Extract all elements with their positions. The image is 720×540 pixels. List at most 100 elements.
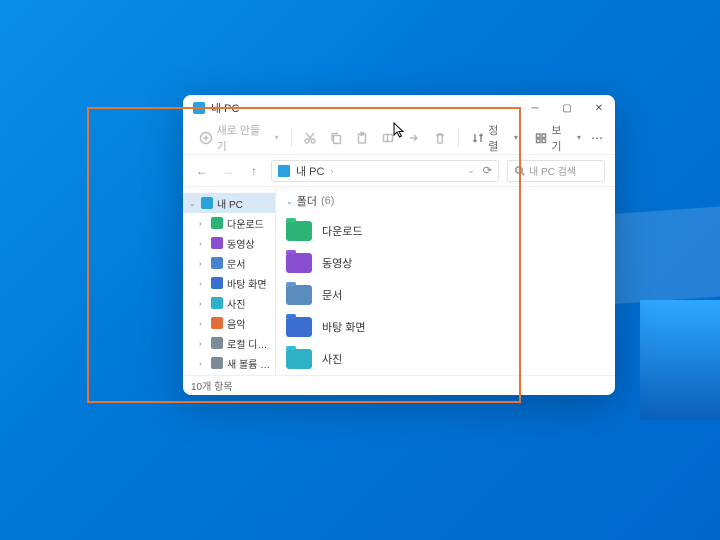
status-bar: 10개 항목: [183, 375, 615, 395]
folder-item-desktop[interactable]: 바탕 화면: [286, 311, 605, 343]
view-button[interactable]: 보기 ▾: [528, 118, 587, 158]
chevron-right-icon[interactable]: ›: [330, 166, 333, 176]
folder-item-documents[interactable]: 문서: [286, 279, 605, 311]
expand-icon[interactable]: ›: [199, 339, 207, 348]
sort-button[interactable]: 정렬 ▾: [465, 118, 524, 158]
sidebar-item-this-pc[interactable]: ⌄ 내 PC: [183, 193, 275, 213]
folder-item-pictures[interactable]: 사진: [286, 343, 605, 375]
address-row: ← → ↑ 내 PC › ⌄ ⟳ 내 PC 검색: [183, 155, 615, 187]
folder-item-downloads[interactable]: 다운로드: [286, 215, 605, 247]
new-button-label: 새로 만들기: [217, 122, 269, 154]
documents-folder-icon: [286, 285, 312, 305]
more-button[interactable]: ⋯: [589, 127, 605, 149]
sort-button-label: 정렬: [488, 122, 508, 154]
expand-icon[interactable]: ›: [199, 299, 207, 308]
toolbar-separator: [291, 129, 292, 147]
search-placeholder: 내 PC 검색: [529, 163, 576, 178]
main-content[interactable]: ⌄ 폴더 (6) 다운로드 동영상 문서 바탕 화면 사진: [276, 187, 615, 375]
this-pc-icon: [193, 102, 205, 114]
sort-icon: [471, 131, 485, 145]
mouse-cursor: [393, 122, 407, 145]
refresh-button[interactable]: ⟳: [483, 164, 492, 177]
up-button[interactable]: ↑: [245, 162, 263, 180]
sidebar-item-videos[interactable]: › 동영상: [183, 233, 275, 253]
cut-icon: [303, 131, 317, 145]
group-header-folders[interactable]: ⌄ 폴더 (6): [286, 193, 605, 209]
folder-item-label: 바탕 화면: [322, 319, 366, 335]
paste-icon: [355, 131, 369, 145]
sidebar-item-new-volume-extra[interactable]: › 새 볼륨 (F:): [183, 373, 275, 375]
trash-icon: [433, 131, 447, 145]
expand-icon[interactable]: ›: [199, 239, 207, 248]
folder-item-label: 다운로드: [322, 223, 362, 239]
drive-icon: [211, 357, 223, 369]
document-icon: [211, 257, 223, 269]
sidebar-item-label: 사진: [227, 296, 245, 311]
forward-button[interactable]: →: [219, 162, 237, 180]
close-button[interactable]: ✕: [583, 95, 615, 121]
sidebar-item-pictures[interactable]: › 사진: [183, 293, 275, 313]
downloads-folder-icon: [286, 221, 312, 241]
cut-button[interactable]: [298, 127, 322, 149]
view-icon: [534, 131, 548, 145]
address-bar[interactable]: 내 PC › ⌄ ⟳: [271, 160, 499, 182]
sidebar-item-new-volume-e[interactable]: › 새 볼륨 (E:): [183, 353, 275, 373]
chevron-down-icon: ▾: [275, 133, 279, 142]
chevron-down-icon: ▾: [577, 133, 581, 142]
sidebar-item-label: 문서: [227, 256, 245, 271]
sidebar-item-label: 다운로드: [227, 216, 264, 231]
expand-icon[interactable]: ›: [199, 279, 207, 288]
paste-button[interactable]: [350, 127, 374, 149]
video-icon: [211, 237, 223, 249]
sidebar-item-desktop[interactable]: › 바탕 화면: [183, 273, 275, 293]
folder-item-label: 동영상: [322, 255, 352, 271]
chevron-down-icon[interactable]: ⌄: [467, 165, 475, 176]
sidebar-item-label: 내 PC: [217, 196, 243, 211]
expand-icon[interactable]: ›: [199, 359, 207, 368]
expand-icon[interactable]: ›: [199, 219, 207, 228]
collapse-icon[interactable]: ⌄: [189, 199, 197, 208]
sidebar-item-music[interactable]: › 음악: [183, 313, 275, 333]
folder-item-label: 문서: [322, 287, 342, 303]
desktop-folder-icon: [286, 317, 312, 337]
expand-icon[interactable]: ›: [199, 259, 207, 268]
sidebar-item-downloads[interactable]: › 다운로드: [183, 213, 275, 233]
download-icon: [211, 217, 223, 229]
new-button[interactable]: 새로 만들기 ▾: [193, 118, 285, 158]
sidebar-item-label: 새 볼륨 (E:): [227, 356, 271, 371]
breadcrumb-segment[interactable]: 내 PC: [296, 163, 324, 179]
window-title: 내 PC: [211, 100, 239, 116]
sidebar-item-label: 로컬 디스크 (C:): [227, 336, 271, 351]
music-icon: [211, 317, 223, 329]
search-input[interactable]: 내 PC 검색: [507, 160, 605, 182]
pictures-folder-icon: [286, 349, 312, 369]
copy-icon: [329, 131, 343, 145]
sidebar-item-local-disk-c[interactable]: › 로컬 디스크 (C:): [183, 333, 275, 353]
videos-folder-icon: [286, 253, 312, 273]
desktop-icon: [211, 277, 223, 289]
this-pc-icon: [201, 197, 213, 209]
view-button-label: 보기: [551, 122, 571, 154]
ellipsis-icon: ⋯: [591, 131, 603, 145]
chevron-down-icon: ▾: [514, 133, 518, 142]
sidebar-item-label: 음악: [227, 316, 245, 331]
status-item-count: 10개 항목: [191, 378, 233, 393]
delete-button[interactable]: [428, 127, 452, 149]
copy-button[interactable]: [324, 127, 348, 149]
back-button[interactable]: ←: [193, 162, 211, 180]
group-collapse-icon[interactable]: ⌄: [286, 197, 293, 206]
expand-icon[interactable]: ›: [199, 319, 207, 328]
group-count: (6): [321, 195, 334, 207]
toolbar-separator: [458, 129, 459, 147]
search-icon: [514, 165, 525, 176]
this-pc-icon: [278, 165, 290, 177]
folder-item-videos[interactable]: 동영상: [286, 247, 605, 279]
folder-item-label: 사진: [322, 351, 342, 367]
drive-icon: [211, 337, 223, 349]
plus-circle-icon: [199, 131, 213, 145]
sidebar-item-documents[interactable]: › 문서: [183, 253, 275, 273]
share-icon: [407, 131, 421, 145]
sidebar: ⌄ 내 PC › 다운로드 › 동영상 › 문서 ›: [183, 187, 276, 375]
group-name: 폴더: [297, 193, 317, 209]
sidebar-item-label: 동영상: [227, 236, 255, 251]
